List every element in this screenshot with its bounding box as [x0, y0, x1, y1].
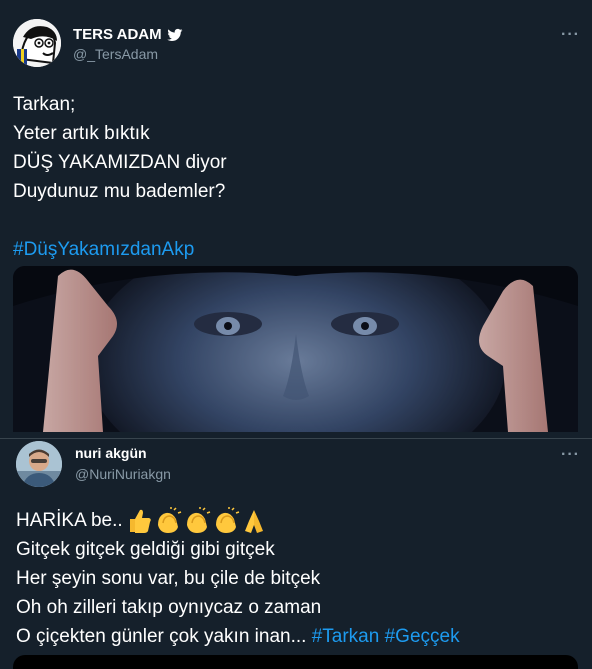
- author-handle[interactable]: @_TersAdam: [73, 46, 158, 62]
- avatar[interactable]: [16, 441, 62, 487]
- tweet-line: Oh oh zilleri takıp oynıycaz o zaman: [16, 597, 322, 618]
- cartoon-avatar-image: [13, 19, 61, 67]
- tweet-line: Her şeyin sonu var, bu çile de bitçek: [16, 568, 321, 589]
- author-row: TERS ADAM: [73, 26, 183, 43]
- tweet-line: Yeter artık bıktık: [13, 123, 150, 144]
- tweet-line-text: HARİKA be..: [16, 510, 123, 531]
- tweet-line: DÜŞ YAKAMIZDAN diyor: [13, 152, 227, 173]
- author-name[interactable]: nuri akgün: [75, 445, 147, 461]
- tweet-line: Tarkan;: [13, 94, 76, 115]
- face-photo: [13, 266, 578, 432]
- author-handle[interactable]: @NuriNuriakgn: [75, 466, 171, 482]
- hashtag-link[interactable]: #Tarkan: [312, 626, 380, 647]
- tweet-text: HARİKA be.. Gitçek gitçek geldiği gibi g…: [16, 506, 460, 651]
- tweet-line: HARİKA be..: [16, 506, 460, 535]
- more-options-icon[interactable]: ···: [561, 446, 580, 464]
- tweet-line: Duydunuz mu bademler?: [13, 181, 226, 202]
- tweet-media-image[interactable]: [13, 266, 578, 432]
- avatar[interactable]: [13, 19, 61, 67]
- clapping-hands-icon: [186, 506, 210, 533]
- author-row: nuri akgün: [75, 445, 147, 461]
- thumbs-up-icon: [129, 509, 151, 533]
- tweet-line: Gitçek gitçek geldiği gibi gitçek: [16, 539, 275, 560]
- more-options-icon[interactable]: ···: [561, 26, 580, 44]
- folded-hands-icon: [244, 509, 263, 533]
- tweet-text: Tarkan; Yeter artık bıktık DÜŞ YAKAMIZDA…: [13, 90, 227, 264]
- hashtag-link[interactable]: #Geççek: [385, 626, 460, 647]
- hashtag-link[interactable]: #DüşYakamızdanAkp: [13, 235, 227, 264]
- clapping-hands-icon: [157, 506, 181, 533]
- clapping-hands-icon: [215, 506, 239, 533]
- tweet-ters-adam[interactable]: TERS ADAM @_TersAdam ··· Tarkan; Yeter a…: [0, 0, 592, 439]
- tweet-media-card[interactable]: [13, 655, 578, 669]
- author-name[interactable]: TERS ADAM: [73, 26, 162, 43]
- tweet-line-text: O çiçekten günler çok yakın inan...: [16, 626, 312, 647]
- verified-badge-icon: [166, 28, 183, 42]
- emoji-row: [125, 506, 267, 535]
- tweet-line: O çiçekten günler çok yakın inan... #Tar…: [16, 622, 460, 651]
- profile-photo: [16, 441, 62, 487]
